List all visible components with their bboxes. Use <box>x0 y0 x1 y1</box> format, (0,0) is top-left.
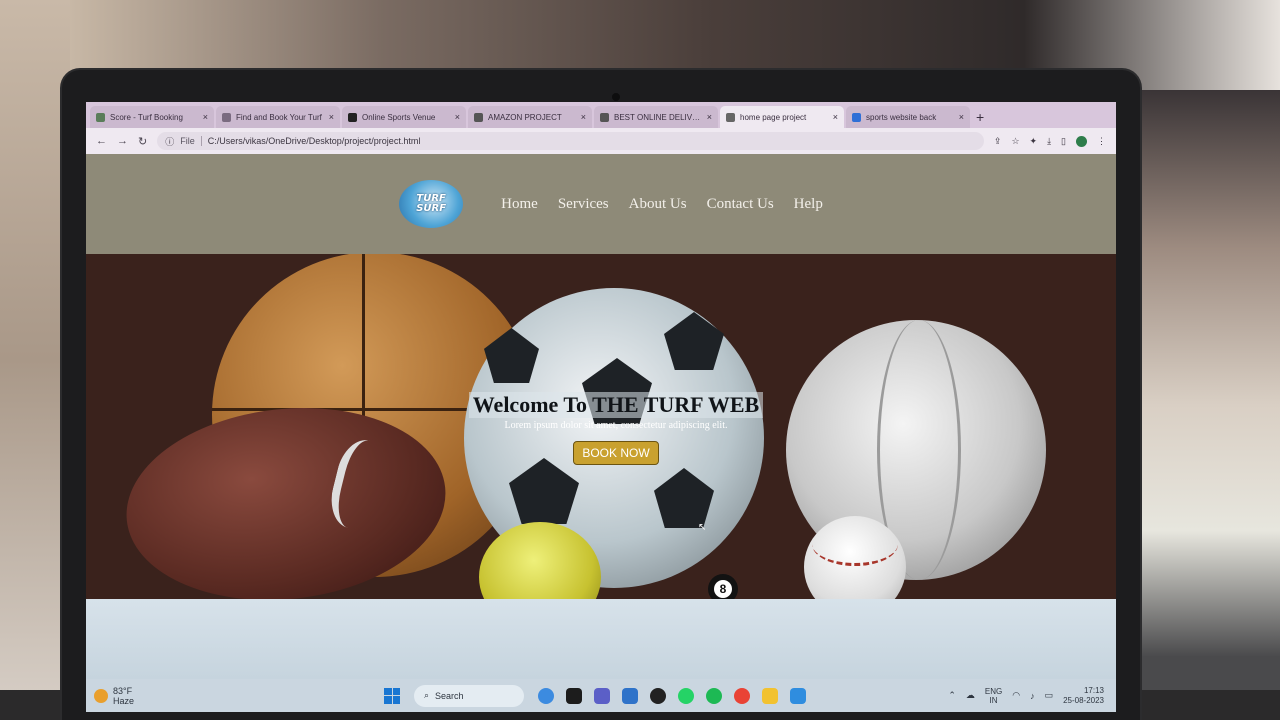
wifi-icon[interactable]: ◠ <box>1012 690 1020 701</box>
tab-close-icon[interactable]: × <box>203 112 208 122</box>
windows-start-icon[interactable] <box>384 687 400 704</box>
extensions-icon[interactable]: ✦ <box>1030 136 1038 147</box>
nav-services[interactable]: Services <box>558 196 609 213</box>
hero-text-block: Welcome To THE TURF WEB Lorem ipsum dolo… <box>86 392 1116 465</box>
clock-time: 17:13 <box>1083 685 1104 695</box>
weather-temp: 83°F <box>113 685 133 696</box>
search-icon: ⌕ <box>424 690 430 700</box>
tab-favicon-icon <box>600 112 609 122</box>
browser-tab-active[interactable]: home page project × <box>720 106 844 128</box>
browser-tab[interactable]: BEST ONLINE DELIVERY × <box>594 106 718 128</box>
bing-icon[interactable] <box>538 687 554 704</box>
tab-close-icon[interactable]: × <box>833 112 838 122</box>
weather-widget[interactable]: 83°F Haze <box>94 686 324 706</box>
cloud-icon[interactable]: ☁ <box>966 690 975 701</box>
browser-tab[interactable]: Find and Book Your Turf × <box>216 106 340 128</box>
tab-title: Online Sports Venue <box>362 112 436 122</box>
hero-title: Welcome To THE TURF WEB <box>468 392 764 418</box>
browser-tab[interactable]: Score - Turf Booking × <box>90 106 214 128</box>
nav-about-us[interactable]: About Us <box>629 196 687 213</box>
language-region: IN <box>989 695 998 705</box>
eight-ball-image: 8 <box>708 574 738 599</box>
tab-title: BEST ONLINE DELIVERY <box>614 112 702 122</box>
browser-tab[interactable]: sports website back × <box>846 106 970 128</box>
taskbar-apps <box>538 687 806 704</box>
sidebar-icon[interactable]: ▯ <box>1061 136 1066 147</box>
chrome-icon[interactable] <box>734 687 750 704</box>
laptop-screen: Score - Turf Booking × Find and Book You… <box>86 102 1116 712</box>
teams-icon[interactable] <box>594 687 610 704</box>
system-tray: ⌃ ☁ ENG IN ◠ ♪ ▭ 17:13 25-08-2023 <box>948 686 1104 706</box>
tab-favicon-icon <box>474 112 483 122</box>
task-view-icon[interactable] <box>566 687 582 704</box>
dell-icon[interactable] <box>650 687 666 704</box>
back-arrow-icon[interactable]: ← <box>96 135 107 147</box>
browser-tab-bar: Score - Turf Booking × Find and Book You… <box>86 102 1116 128</box>
hero-subtitle: Lorem ipsum dolor sit amet, consectetur … <box>504 420 728 431</box>
tab-favicon-icon <box>852 112 861 122</box>
new-tab-button[interactable]: + <box>976 109 984 128</box>
info-icon[interactable]: ⓘ <box>165 135 174 148</box>
tab-title: Score - Turf Booking <box>110 112 183 122</box>
nav-home[interactable]: Home <box>501 196 538 213</box>
url-text: C:/Users/vikas/OneDrive/Desktop/project/… <box>207 136 421 146</box>
profile-avatar[interactable] <box>1076 135 1087 147</box>
weather-desc: Haze <box>113 695 135 706</box>
forward-arrow-icon[interactable]: → <box>117 135 128 147</box>
browser-tab[interactable]: Online Sports Venue × <box>342 106 466 128</box>
chevron-up-icon[interactable]: ⌃ <box>948 690 956 701</box>
windows-taskbar: 83°F Haze ⌕ Search ⌃ ☁ ENG IN ◠ ♪ ▭ 17:1… <box>86 679 1116 712</box>
background-room-left <box>0 0 70 720</box>
file-explorer-icon[interactable] <box>762 687 778 704</box>
url-scheme-label: File <box>180 136 202 146</box>
tab-favicon-icon <box>726 112 735 122</box>
weather-sun-icon <box>94 688 108 703</box>
browser-address-bar: ← → ↻ ⓘ File C:/Users/vikas/OneDrive/Des… <box>86 128 1116 154</box>
clock[interactable]: 17:13 25-08-2023 <box>1063 686 1104 706</box>
nav-help[interactable]: Help <box>794 196 823 213</box>
tab-close-icon[interactable]: × <box>329 112 334 122</box>
taskbar-search[interactable]: ⌕ Search <box>414 684 524 707</box>
tab-favicon-icon <box>96 112 105 122</box>
whatsapp-icon[interactable] <box>678 687 694 704</box>
language-indicator[interactable]: ENG IN <box>985 687 1002 705</box>
tab-close-icon[interactable]: × <box>455 112 460 122</box>
share-icon[interactable]: ⇪ <box>994 136 1002 147</box>
webcam <box>612 93 620 101</box>
vscode-icon[interactable] <box>790 687 806 704</box>
battery-icon[interactable]: ▭ <box>1045 690 1054 701</box>
tab-title: Find and Book Your Turf <box>236 112 322 122</box>
tab-title: home page project <box>740 112 807 122</box>
mouse-cursor-icon: ↖ <box>698 522 707 533</box>
volume-icon[interactable]: ♪ <box>1030 691 1035 701</box>
tab-close-icon[interactable]: × <box>959 112 964 122</box>
turf-logo[interactable]: TURF SURF <box>399 180 464 228</box>
logo-text: TURF SURF <box>416 193 447 214</box>
download-icon[interactable]: ⤓ <box>1047 136 1051 147</box>
tab-close-icon[interactable]: × <box>581 112 586 122</box>
clock-date: 25-08-2023 <box>1063 695 1104 705</box>
bookmark-star-icon[interactable]: ☆ <box>1011 136 1019 147</box>
spotify-icon[interactable] <box>706 687 722 704</box>
menu-icon[interactable]: ⋮ <box>1097 136 1106 147</box>
reload-icon[interactable]: ↻ <box>138 135 147 148</box>
tab-title: sports website back <box>866 112 937 122</box>
browser-toolbar: ⇪ ☆ ✦ ⤓ ▯ ⋮ <box>994 135 1106 147</box>
language-code: ENG <box>984 686 1003 696</box>
tab-close-icon[interactable]: × <box>707 112 712 122</box>
browser-tab[interactable]: AMAZON PROJECT × <box>468 106 592 128</box>
nav-contact-us[interactable]: Contact Us <box>707 196 774 213</box>
hero-section: 8 Welcome To THE TURF WEB Lorem ipsum do… <box>86 254 1116 599</box>
url-field[interactable]: ⓘ File C:/Users/vikas/OneDrive/Desktop/p… <box>157 132 984 150</box>
search-label: Search <box>435 690 464 701</box>
site-navbar: TURF SURF Home Services About Us Contact… <box>86 154 1116 254</box>
tab-favicon-icon <box>348 112 357 122</box>
store-icon[interactable] <box>622 687 638 704</box>
page-section-below-hero <box>86 599 1116 679</box>
tab-title: AMAZON PROJECT <box>488 112 562 122</box>
book-now-button[interactable]: BOOK NOW <box>573 441 659 465</box>
tab-favicon-icon <box>222 112 231 122</box>
eight-ball-number: 8 <box>714 580 732 598</box>
